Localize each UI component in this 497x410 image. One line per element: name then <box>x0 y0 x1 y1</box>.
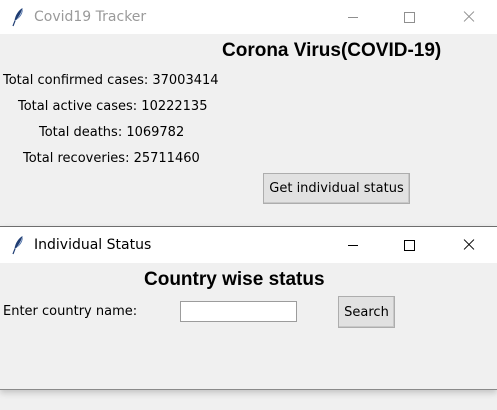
close-icon <box>463 239 475 251</box>
active-cases-label: Total active cases: 10222135 <box>18 99 208 114</box>
confirmed-cases-label: Total confirmed cases: 37003414 <box>3 73 219 88</box>
individual-status-window: Individual Status Country wise status En… <box>0 226 497 390</box>
feather-icon <box>12 8 23 27</box>
minimize-icon <box>348 16 358 18</box>
main-heading: Corona Virus(COVID-19) <box>222 40 442 61</box>
individual-titlebar[interactable]: Individual Status <box>0 227 497 263</box>
recoveries-label: Total recoveries: 25711460 <box>23 151 200 166</box>
maximize-icon <box>403 239 415 251</box>
individual-window-title: Individual Status <box>34 237 152 253</box>
main-minimize-button[interactable] <box>330 0 376 34</box>
country-name-label: Enter country name: <box>3 304 138 319</box>
individual-minimize-button[interactable] <box>330 227 376 263</box>
maximize-icon <box>403 11 415 23</box>
covid-tracker-window: Covid19 Tracker Corona Virus(COVID-19) T… <box>0 0 497 226</box>
main-titlebar[interactable]: Covid19 Tracker <box>0 0 497 34</box>
search-button[interactable]: Search <box>338 296 395 328</box>
main-window-title: Covid19 Tracker <box>34 9 147 25</box>
feather-icon <box>12 236 23 255</box>
main-close-button[interactable] <box>446 0 492 34</box>
deaths-label: Total deaths: 1069782 <box>39 125 185 140</box>
main-maximize-button[interactable] <box>386 0 432 34</box>
individual-maximize-button[interactable] <box>386 227 432 263</box>
country-name-input[interactable] <box>180 301 297 322</box>
country-heading: Country wise status <box>144 269 325 290</box>
individual-close-button[interactable] <box>446 227 492 263</box>
get-individual-status-button[interactable]: Get individual status <box>263 173 410 204</box>
minimize-icon <box>348 244 358 246</box>
close-icon <box>463 11 475 23</box>
